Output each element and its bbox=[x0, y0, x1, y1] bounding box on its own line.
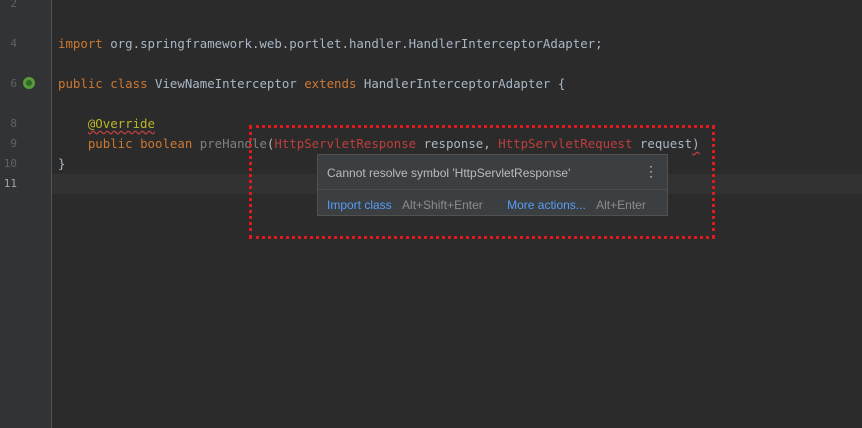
line-number-current: 11 bbox=[3, 177, 17, 190]
keyword: class bbox=[110, 76, 148, 91]
code-line-close-brace[interactable]: } bbox=[58, 154, 65, 174]
divider bbox=[318, 189, 667, 190]
error-tooltip-popup: Cannot resolve symbol 'HttpServletRespon… bbox=[317, 154, 668, 216]
import-class-link[interactable]: Import class bbox=[327, 198, 392, 212]
editor-gutter: 2 4 6 8 9 10 11 bbox=[0, 0, 52, 428]
line-number: 4 bbox=[10, 37, 17, 50]
line-number: 6 bbox=[10, 77, 17, 90]
line-number: 8 bbox=[10, 117, 17, 130]
override-annotation: @Override bbox=[87, 116, 155, 131]
class-name: ViewNameInterceptor bbox=[147, 76, 305, 91]
code-text: HandlerInterceptorAdapter { bbox=[356, 76, 566, 91]
line-number: 2 bbox=[10, 0, 17, 10]
keyword: import bbox=[58, 36, 103, 51]
quick-fix-row: Import class Alt+Shift+Enter More action… bbox=[327, 198, 646, 212]
more-actions-link[interactable]: More actions... bbox=[507, 198, 586, 212]
keyword: public bbox=[58, 76, 103, 91]
import-shortcut: Alt+Shift+Enter bbox=[402, 198, 483, 212]
code-line-import[interactable]: import org.springframework.web.portlet.h… bbox=[58, 34, 603, 54]
keyword: boolean bbox=[140, 136, 193, 151]
line-number: 9 bbox=[10, 137, 17, 150]
keyword: public bbox=[87, 136, 133, 151]
more-actions-shortcut: Alt+Enter bbox=[596, 198, 646, 212]
code-line-annotation[interactable]: @Override bbox=[58, 114, 155, 134]
code-line-class-declaration[interactable]: public class ViewNameInterceptor extends… bbox=[58, 74, 565, 94]
line-number: 10 bbox=[3, 157, 17, 170]
error-message: Cannot resolve symbol 'HttpServletRespon… bbox=[327, 166, 571, 180]
override-method-icon[interactable] bbox=[23, 77, 35, 89]
keyword: extends bbox=[304, 76, 357, 91]
code-text: org.springframework.web.portlet.handler.… bbox=[102, 36, 603, 51]
code-text: } bbox=[58, 156, 66, 171]
kebab-menu-icon[interactable]: ⋮ bbox=[644, 164, 658, 178]
